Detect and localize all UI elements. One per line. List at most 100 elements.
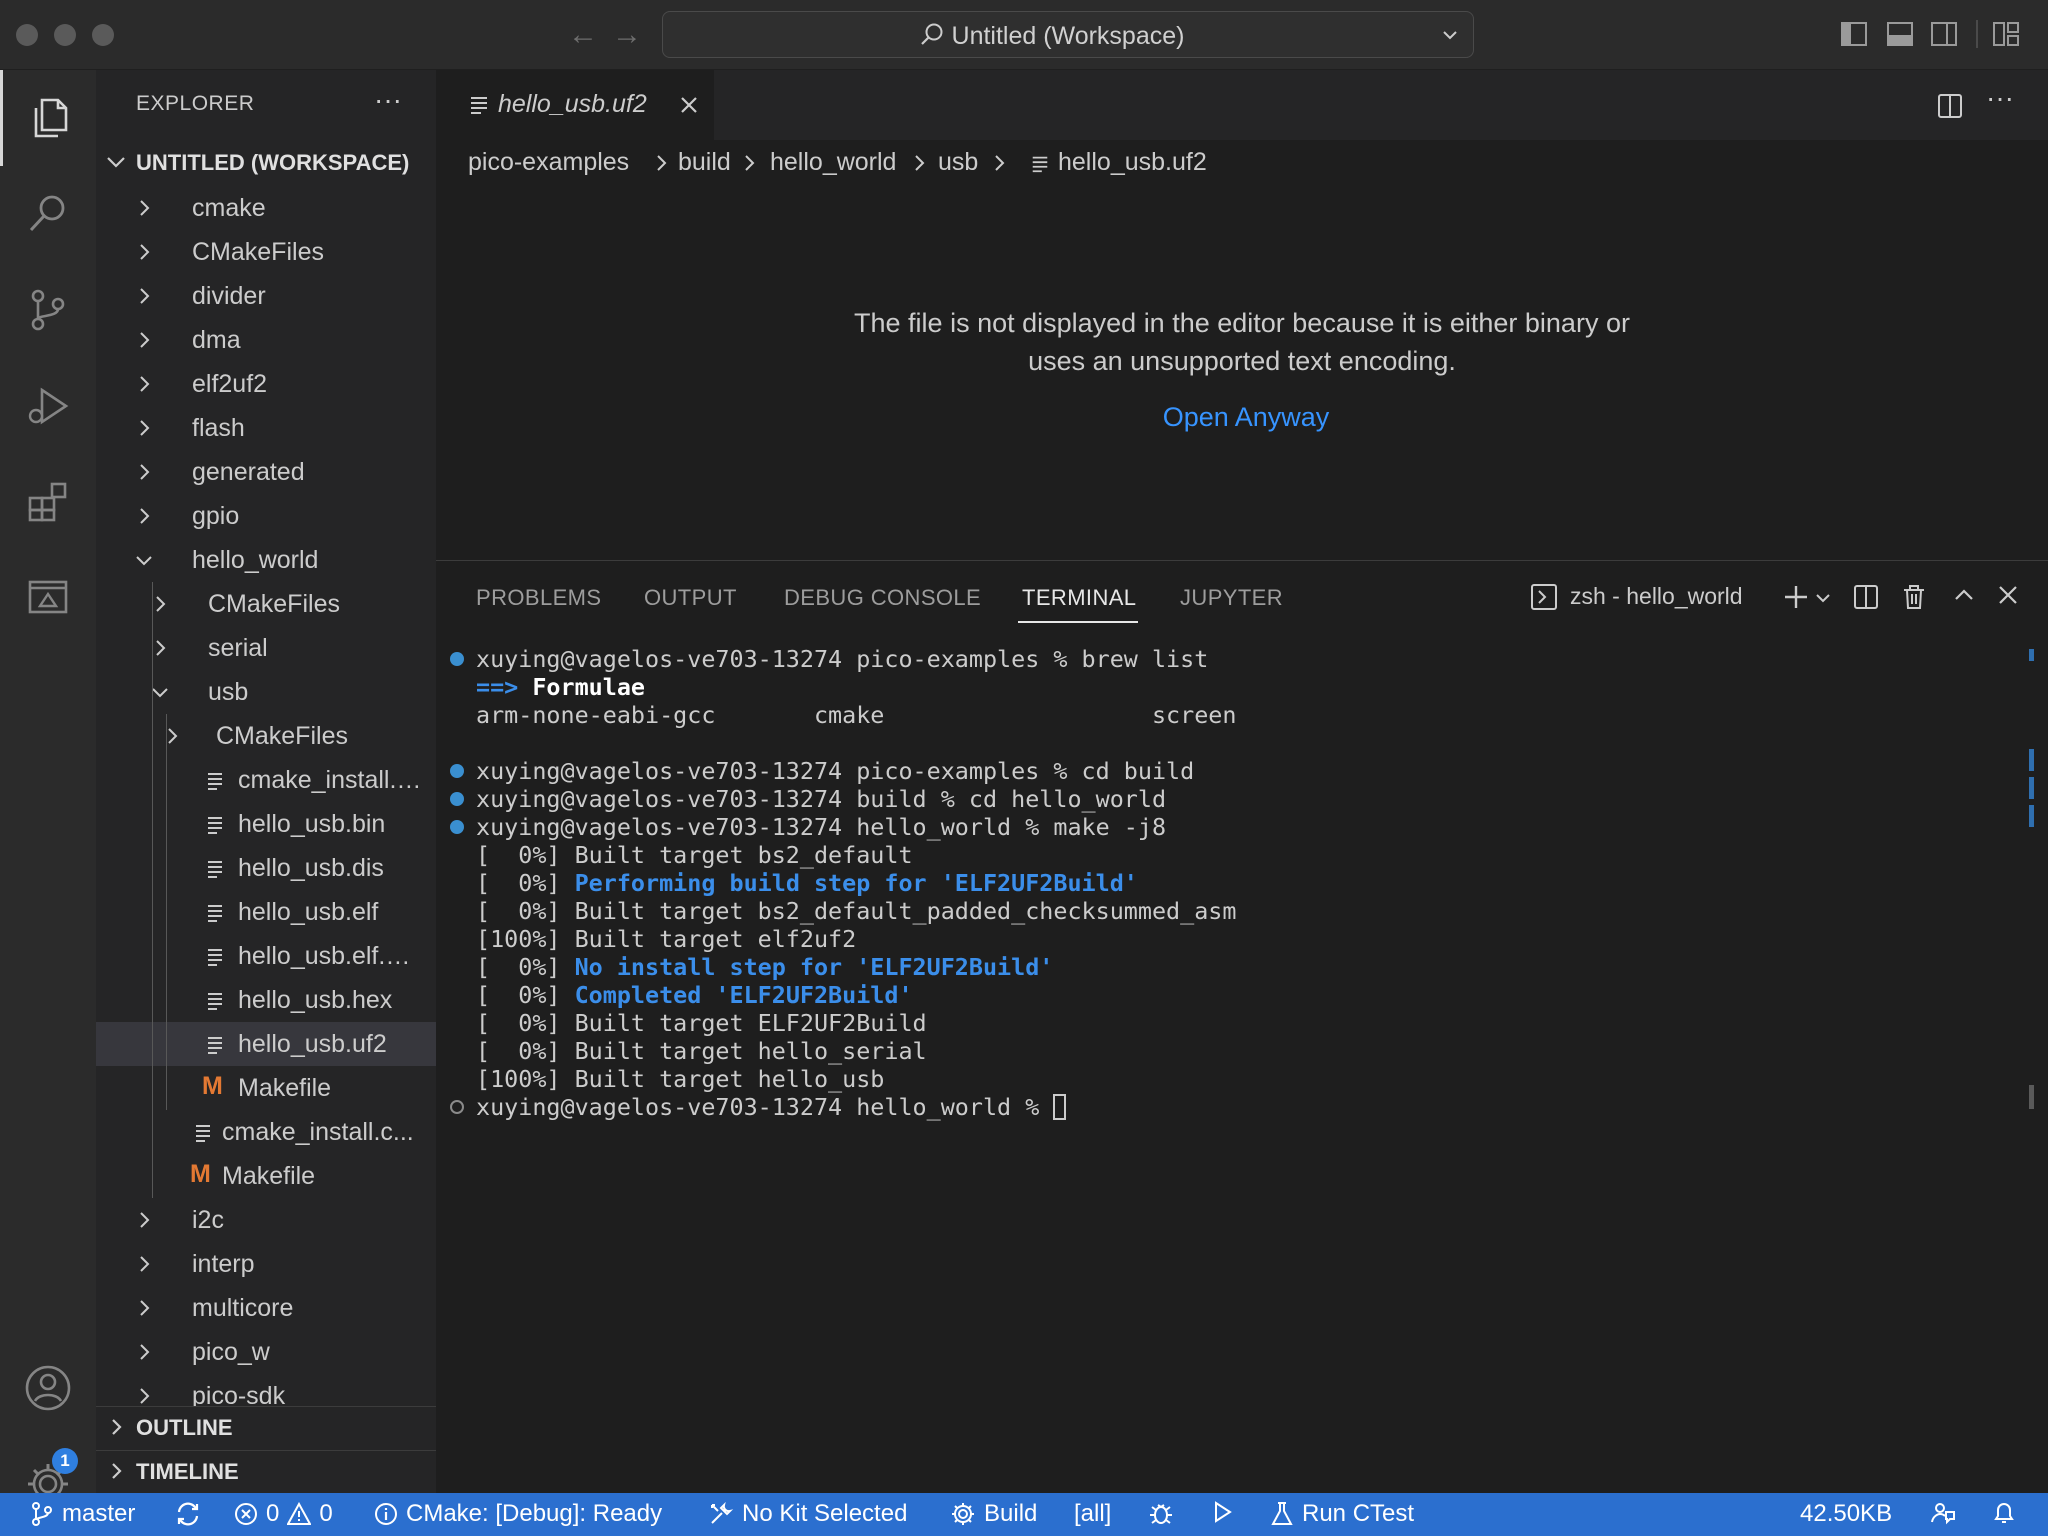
run-ctest-button[interactable]: Run CTest	[1270, 1500, 1414, 1528]
tree-item-label: elf2uf2	[192, 370, 268, 398]
open-anyway-link[interactable]: Open Anyway	[436, 402, 2048, 433]
tree-folder[interactable]: CMakeFiles	[96, 230, 436, 274]
terminal-prompt: xuying@vagelos-ve703-13274 hello_world %	[476, 1093, 1054, 1121]
terminal-instance-name[interactable]: zsh - hello_world	[1570, 583, 1743, 610]
tree-folder[interactable]: interp	[96, 1242, 436, 1286]
tree-file[interactable]: hello_usb.hex	[96, 978, 436, 1022]
tree-folder[interactable]: cmake	[96, 186, 436, 230]
feedback-button[interactable]	[1930, 1500, 1956, 1526]
tree-folder[interactable]: multicore	[96, 1286, 436, 1330]
tab-debug-console[interactable]: DEBUG CONSOLE	[784, 585, 981, 611]
toggle-secondary-sidebar-icon[interactable]	[1930, 20, 1958, 48]
branch-indicator[interactable]: master	[30, 1500, 135, 1528]
tree-item-label: CMakeFiles	[192, 238, 324, 266]
remote-explorer-activity[interactable]	[0, 550, 96, 646]
tree-folder[interactable]: hello_world	[96, 538, 436, 582]
sync-icon	[177, 1502, 199, 1526]
chevron-down-icon[interactable]	[1814, 589, 1832, 607]
tree-folder[interactable]: CMakeFiles	[96, 582, 436, 626]
command-success-decoration[interactable]	[450, 820, 464, 834]
problems-indicator[interactable]: 0 0	[234, 1500, 333, 1528]
notifications-button[interactable]	[1992, 1500, 2016, 1526]
kit-selector[interactable]: No Kit Selected	[708, 1500, 907, 1528]
tree-file[interactable]: hello_usb.bin	[96, 802, 436, 846]
tree-folder[interactable]: generated	[96, 450, 436, 494]
tab-terminal[interactable]: TERMINAL	[1022, 585, 1136, 611]
timeline-section-header[interactable]: TIMELINE	[96, 1450, 436, 1492]
tree-folder[interactable]: usb	[96, 670, 436, 714]
breadcrumb-item[interactable]: build	[678, 148, 731, 177]
tab-hello-usb-uf2[interactable]: hello_usb.uf2	[436, 70, 714, 140]
terminal-output[interactable]: xuying@vagelos-ve703-13274 pico-examples…	[436, 645, 2036, 1485]
run-debug-activity[interactable]	[0, 358, 96, 454]
tree-file[interactable]: hello_usb.elf	[96, 890, 436, 934]
toggle-panel-icon[interactable]	[1886, 20, 1914, 48]
run-button[interactable]	[1210, 1500, 1234, 1524]
close-panel-icon[interactable]	[1996, 583, 2020, 607]
workspace-section-header[interactable]: UNTITLED (WORKSPACE)	[96, 142, 436, 182]
tree-folder[interactable]: elf2uf2	[96, 362, 436, 406]
tree-file[interactable]: hello_usb.elf.m...	[96, 934, 436, 978]
trash-icon[interactable]	[1900, 583, 1928, 611]
maximize-panel-icon[interactable]	[1952, 583, 1976, 607]
plus-icon[interactable]	[1782, 583, 1810, 611]
tree-item-label: cmake_install.c...	[238, 766, 426, 794]
breadcrumb-item[interactable]: pico-examples	[468, 148, 629, 177]
terminal-line: [100%] Built target hello_usb	[476, 1065, 885, 1093]
tree-folder[interactable]: CMakeFiles	[96, 714, 436, 758]
tree-file[interactable]: cmake_install.c...	[96, 1110, 436, 1154]
command-success-decoration[interactable]	[450, 792, 464, 806]
tree-folder[interactable]: flash	[96, 406, 436, 450]
tree-folder[interactable]: pico-sdk	[96, 1374, 436, 1406]
command-success-decoration[interactable]	[450, 764, 464, 778]
back-arrow-icon[interactable]: ←	[568, 18, 598, 52]
debug-button[interactable]	[1148, 1500, 1174, 1526]
command-success-decoration[interactable]	[450, 652, 464, 666]
split-editor-icon[interactable]	[1936, 92, 1964, 120]
build-target-selector[interactable]: [all]	[1074, 1500, 1111, 1528]
tree-folder[interactable]: serial	[96, 626, 436, 670]
search-activity[interactable]	[0, 166, 96, 262]
breadcrumb-item[interactable]: usb	[938, 148, 978, 177]
explorer-activity[interactable]	[0, 70, 96, 166]
editor-more-actions-button[interactable]: ···	[1986, 82, 2014, 114]
cmake-status[interactable]: CMake: [Debug]: Ready	[374, 1500, 662, 1528]
toggle-primary-sidebar-icon[interactable]	[1840, 20, 1868, 48]
tree-item-label: divider	[192, 282, 266, 310]
tab-problems[interactable]: PROBLEMS	[476, 585, 601, 611]
split-terminal-icon[interactable]	[1852, 583, 1880, 611]
build-button[interactable]: Build	[950, 1500, 1037, 1528]
tree-file[interactable]: M Makefile	[96, 1066, 436, 1110]
close-icon[interactable]	[678, 94, 700, 116]
file-size[interactable]: 42.50KB	[1800, 1500, 1892, 1528]
source-control-activity[interactable]	[0, 262, 96, 358]
command-center[interactable]: Untitled (Workspace)	[662, 11, 1474, 58]
breadcrumb-item[interactable]: hello_world	[770, 148, 896, 177]
tree-file[interactable]: hello_usb.dis	[96, 846, 436, 890]
tree-folder[interactable]: divider	[96, 274, 436, 318]
customize-layout-icon[interactable]	[1992, 20, 2020, 48]
tree-file[interactable]: M Makefile	[96, 1154, 436, 1198]
breadcrumb-item[interactable]: hello_usb.uf2	[1058, 148, 1207, 177]
tree-folder[interactable]: i2c	[96, 1198, 436, 1242]
file-lines-icon	[208, 949, 222, 966]
tree-file[interactable]: hello_usb.uf2	[96, 1022, 436, 1066]
maximize-window-button[interactable]	[92, 24, 114, 46]
minimize-window-button[interactable]	[54, 24, 76, 46]
tree-file[interactable]: cmake_install.c...	[96, 758, 436, 802]
tab-jupyter[interactable]: JUPYTER	[1180, 585, 1283, 611]
more-actions-button[interactable]: ···	[374, 84, 402, 116]
sync-button[interactable]	[174, 1500, 202, 1528]
forward-arrow-icon[interactable]: →	[612, 18, 642, 52]
tree-folder[interactable]: pico_w	[96, 1330, 436, 1374]
extensions-activity[interactable]	[0, 454, 96, 550]
command-pending-decoration[interactable]	[450, 1100, 464, 1114]
tree-folder[interactable]: gpio	[96, 494, 436, 538]
tree-folder[interactable]: dma	[96, 318, 436, 362]
close-window-button[interactable]	[16, 24, 38, 46]
terminal-line: xuying@vagelos-ve703-13274 pico-examples…	[476, 645, 1209, 673]
outline-section-header[interactable]: OUTLINE	[96, 1406, 436, 1448]
scrollbar-thumb[interactable]	[2029, 1085, 2034, 1109]
accounts-activity[interactable]	[0, 1340, 96, 1436]
tab-output[interactable]: OUTPUT	[644, 585, 737, 611]
